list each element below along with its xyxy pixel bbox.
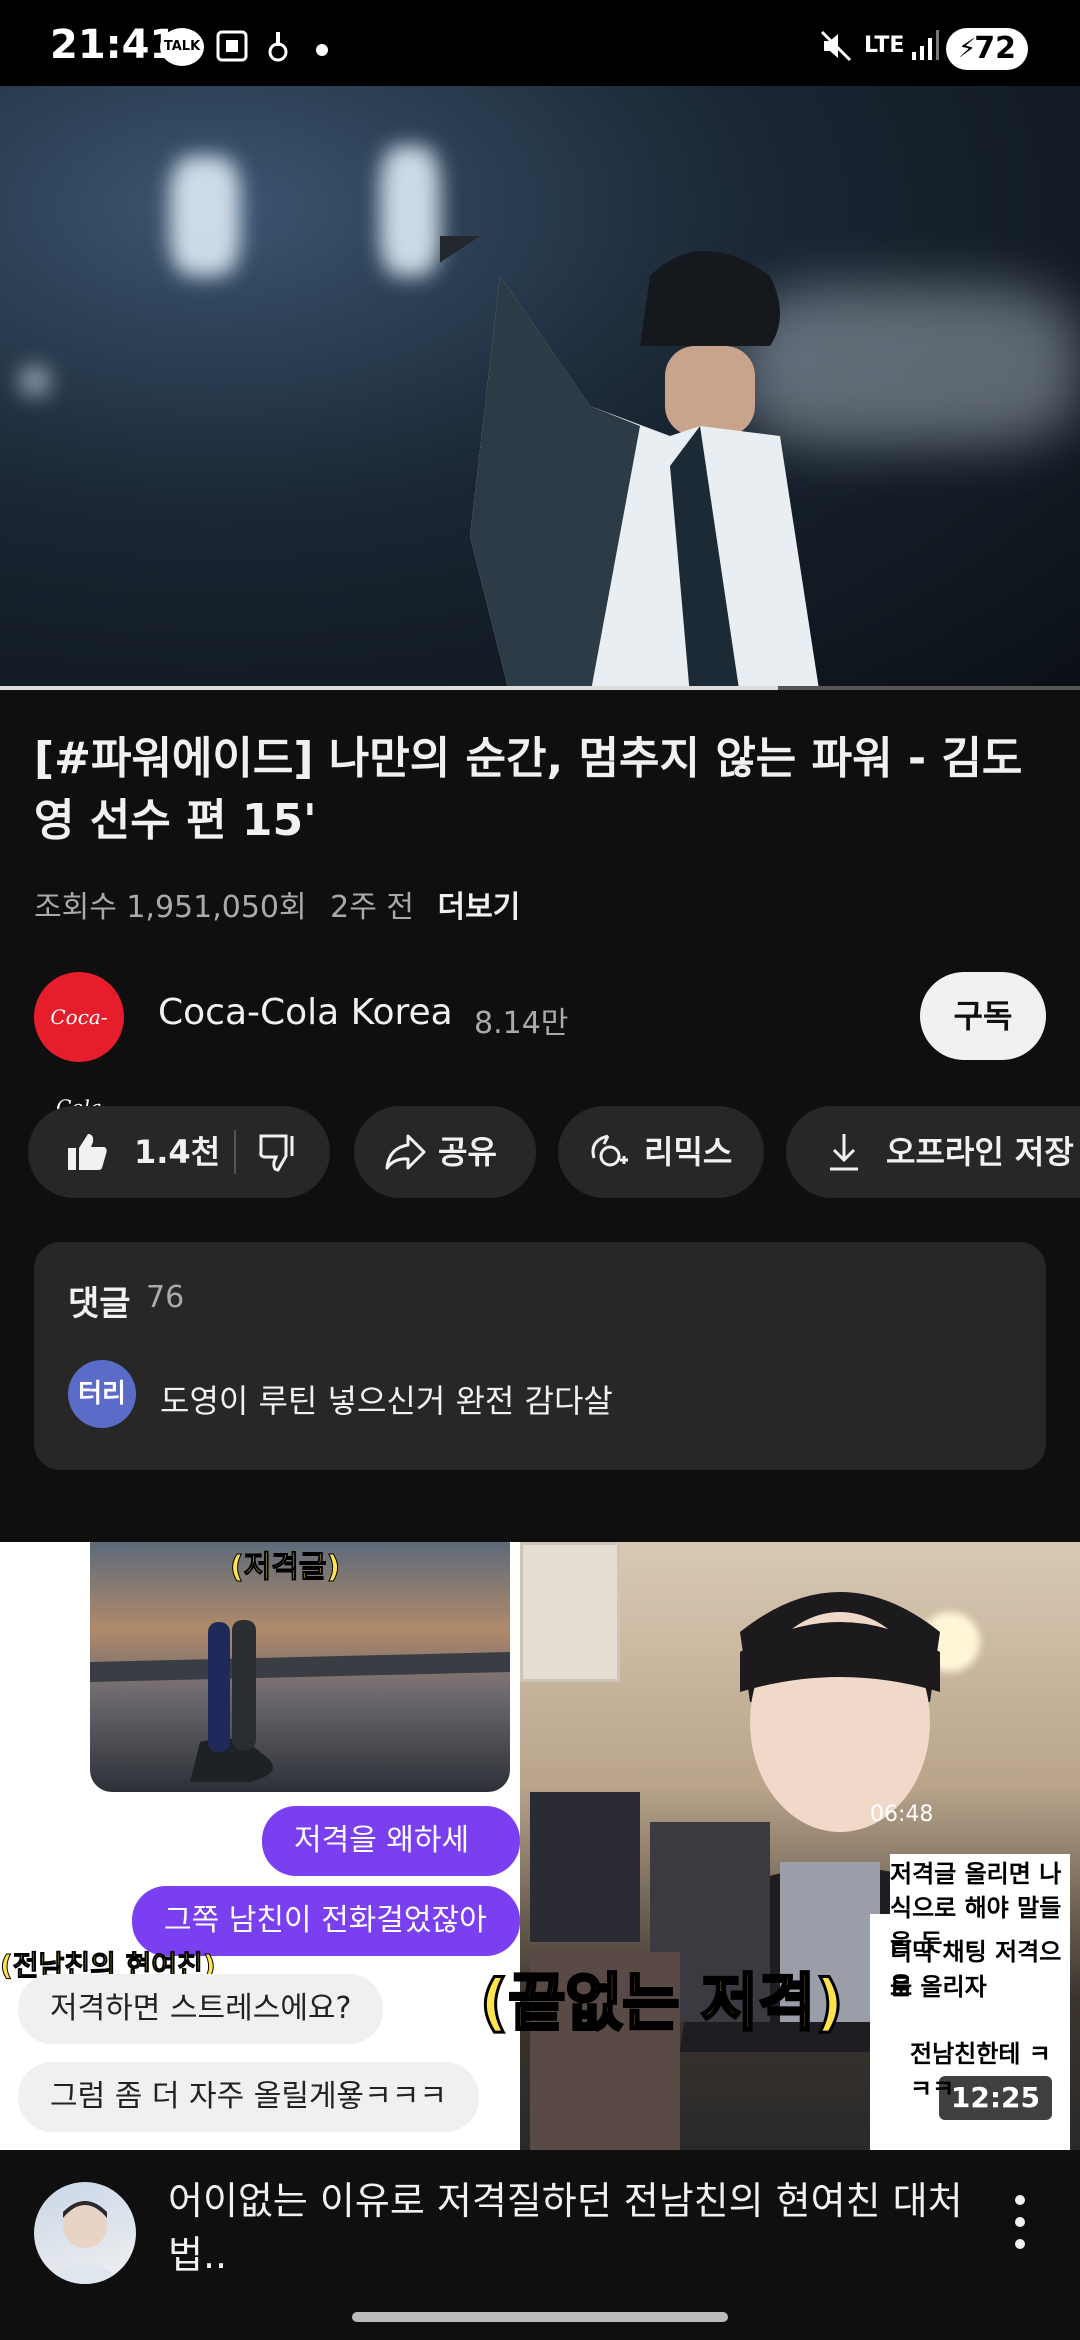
download-icon: [830, 1134, 858, 1171]
side-caption: 음: [890, 1972, 913, 2000]
thumbnail-streamer-panel: 06:48 저격글 올리면 나도 가면 식으로 해야 말들을 듯 디막 채팅 저…: [520, 1542, 1080, 2150]
thumbs-up-icon: [68, 1134, 107, 1170]
kakaotalk-icon: TALK: [160, 28, 204, 66]
share-label: 공유: [438, 1133, 497, 1171]
battery-indicator: ⚡ 72: [946, 28, 1028, 70]
chat-bubble: 저격하면 스트레스에요?: [18, 1974, 384, 2044]
side-caption: 디막 채팅 저격으로 올리자: [890, 1938, 1062, 2001]
thumbs-down-icon: [259, 1134, 294, 1172]
video-title[interactable]: [#파워에이드] 나만의 순간, 멈추지 않는 파워 - 김도영 선수 편 15…: [34, 728, 1044, 852]
screenshot-icon: [214, 28, 250, 64]
video-progress-fill: [0, 686, 778, 690]
view-count: 조회수 1,951,050회: [34, 890, 307, 925]
baseball-player-figure: [440, 236, 820, 690]
video-player[interactable]: [0, 86, 1080, 690]
comments-heading: 댓글: [68, 1284, 131, 1324]
upload-age: 2주 전: [330, 890, 414, 925]
like-dislike-chip: 1.4천: [28, 1106, 330, 1198]
status-bar: 21:41 TALK LTE ⚡ 72: [0, 0, 1080, 86]
stadium-light: [170, 156, 240, 276]
thumb-big-caption: (끝없는 저격): [478, 1965, 844, 2041]
like-divider: [234, 1130, 236, 1174]
remix-button[interactable]: 리믹스: [558, 1106, 764, 1198]
wall-art: [520, 1542, 620, 1682]
more-options-icon[interactable]: [1010, 2192, 1030, 2252]
more-link[interactable]: 더보기: [438, 890, 521, 925]
video-duration-badge: 12:25: [938, 2076, 1052, 2120]
commenter-avatar: 터리: [68, 1360, 136, 1428]
like-count: 1.4천: [134, 1133, 221, 1171]
download-label: 오프라인 저장: [886, 1133, 1074, 1171]
signal-icon: [910, 28, 940, 64]
channel-row[interactable]: Coca-Cola Coca-Cola Korea 8.14만 구독: [34, 970, 1046, 1119]
status-time: 21:41: [50, 22, 178, 68]
video-meta[interactable]: 조회수 1,951,050회 2주 전 더보기: [34, 882, 520, 926]
gesture-navigation-bar[interactable]: [352, 2312, 728, 2322]
network-type: LTE: [864, 33, 905, 58]
chat-bubble: 그럼 좀 더 자주 올릴게욯ㅋㅋㅋ: [18, 2062, 479, 2132]
remix-icon: [591, 1134, 628, 1167]
channel-avatar-figure: [44, 2201, 126, 2284]
notification-dot-icon: [316, 44, 328, 56]
subscribe-button[interactable]: 구독: [920, 972, 1046, 1060]
comments-panel[interactable]: 댓글 76 터리 도영이 루틴 넣으신거 완전 감다살: [34, 1242, 1046, 1470]
video-progress-bar[interactable]: [0, 686, 1080, 690]
mute-icon: [818, 28, 854, 64]
stadium-light: [380, 146, 440, 276]
chat-bubble: 저격을 왜하세요?: [262, 1806, 520, 1928]
charging-bolt-icon: ⚡: [958, 34, 977, 64]
thumbnail-chat-panel: (저격글) 저격을 왜하세요? 그쪽 남친이 전화걸었잖아요 (전남친의 현여친…: [0, 1542, 520, 2150]
comments-count: 76: [146, 1280, 185, 1315]
subscriber-count: 8.14만: [474, 1006, 569, 1041]
timer-text: 06:48: [870, 1802, 934, 1827]
remix-label: 리믹스: [644, 1133, 733, 1171]
download-button[interactable]: 오프라인 저장: [786, 1106, 1080, 1198]
top-comment-text: 도영이 루틴 넣으신거 완전 감다살: [160, 1382, 613, 1420]
battery-level: 72: [974, 31, 1016, 66]
channel-avatar[interactable]: Coca-Cola: [34, 972, 124, 1119]
hand-icon: [266, 28, 290, 64]
like-button[interactable]: 1.4천: [28, 1106, 232, 1198]
next-video-channel-avatar[interactable]: [34, 2182, 136, 2284]
collage-card: [530, 1792, 640, 1942]
action-chips-row: 1.4천 공유 리믹스 오프라인 저장: [28, 1106, 1080, 1198]
share-button[interactable]: 공유: [354, 1106, 536, 1198]
thumb-label-top: (저격글): [229, 1550, 341, 1586]
next-video-thumbnail[interactable]: (저격글) 저격을 왜하세요? 그쪽 남친이 전화걸었잖아요 (전남친의 현여친…: [0, 1542, 1080, 2150]
dislike-button[interactable]: [238, 1106, 330, 1198]
stadium-light: [20, 366, 50, 396]
channel-name[interactable]: Coca-Cola Korea: [158, 992, 453, 1033]
next-video-title[interactable]: 어이없는 이유로 저격질하던 전남친의 현여친 대처법..: [168, 2174, 968, 2282]
share-icon: [385, 1134, 426, 1170]
